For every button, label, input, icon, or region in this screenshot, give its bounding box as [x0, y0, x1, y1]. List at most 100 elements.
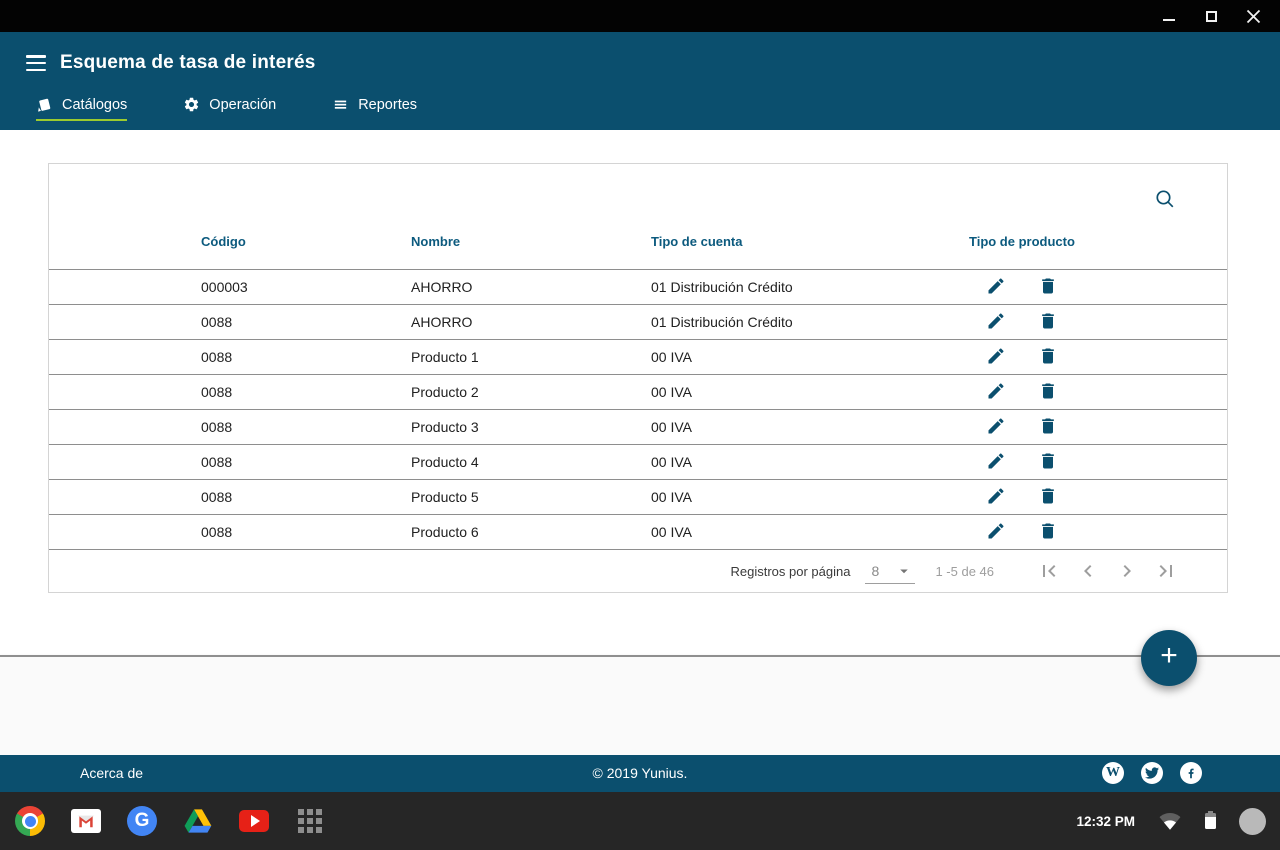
close-icon [1246, 9, 1261, 24]
edit-button[interactable] [985, 381, 1007, 403]
apps-grid-icon [298, 809, 322, 833]
youtube-app-button[interactable] [238, 805, 270, 837]
maximize-button[interactable] [1196, 3, 1226, 29]
edit-button[interactable] [985, 416, 1007, 438]
cell-tipo-cuenta: 00 IVA [651, 384, 969, 400]
gmail-icon [71, 809, 101, 833]
minimize-icon [1163, 19, 1175, 21]
previous-page-button[interactable] [1075, 559, 1101, 585]
column-header-tipo-producto: Tipo de producto [969, 234, 1227, 249]
table-row: 000003 AHORRO 01 Distribución Crédito [49, 269, 1227, 304]
social-links: W [1102, 762, 1202, 784]
tab-label: Operación [209, 97, 276, 113]
table-row: 0088 Producto 6 00 IVA [49, 514, 1227, 549]
close-button[interactable] [1238, 3, 1268, 29]
delete-button[interactable] [1037, 416, 1059, 438]
search-icon [1154, 188, 1176, 210]
pencil-icon [986, 276, 1006, 296]
row-actions [969, 486, 1227, 508]
trash-icon [1038, 381, 1058, 401]
twitter-button[interactable] [1141, 762, 1163, 784]
cell-tipo-cuenta: 01 Distribución Crédito [651, 314, 969, 330]
pencil-icon [986, 486, 1006, 506]
table-row: 0088 Producto 1 00 IVA [49, 339, 1227, 374]
column-header-nombre: Nombre [411, 234, 651, 249]
pencil-icon [986, 451, 1006, 471]
tab-operacion[interactable]: Operación [183, 96, 276, 121]
app-footer: Acerca de © 2019 Yunius. W [0, 755, 1280, 792]
tab-catalogos[interactable]: Catálogos [36, 96, 127, 121]
app-launcher-button[interactable] [294, 805, 326, 837]
report-lines-icon [332, 96, 349, 113]
status-tray[interactable]: 12:32 PM [1076, 808, 1280, 835]
delete-button[interactable] [1037, 276, 1059, 298]
clock: 12:32 PM [1076, 814, 1135, 829]
main-content: Código Nombre Tipo de cuenta Tipo de pro… [0, 130, 1280, 656]
pencil-icon [986, 416, 1006, 436]
edit-button[interactable] [985, 521, 1007, 543]
add-button[interactable]: + [1141, 630, 1197, 686]
catalogs-icon [36, 96, 53, 113]
delete-button[interactable] [1037, 381, 1059, 403]
facebook-button[interactable] [1180, 762, 1202, 784]
delete-button[interactable] [1037, 346, 1059, 368]
delete-button[interactable] [1037, 521, 1059, 543]
pencil-icon [986, 311, 1006, 331]
twitter-icon [1145, 766, 1159, 780]
tab-label: Catálogos [62, 97, 127, 113]
drive-app-button[interactable] [182, 805, 214, 837]
trash-icon [1038, 346, 1058, 366]
cell-tipo-cuenta: 01 Distribución Crédito [651, 279, 969, 295]
maximize-icon [1206, 11, 1217, 22]
tab-reportes[interactable]: Reportes [332, 96, 417, 121]
edit-button[interactable] [985, 451, 1007, 473]
page-title: Esquema de tasa de interés [60, 52, 315, 74]
cell-codigo: 0088 [201, 524, 411, 540]
chrome-icon [15, 806, 45, 836]
cell-nombre: AHORRO [411, 279, 651, 295]
chrome-app-button[interactable] [14, 805, 46, 837]
wordpress-button[interactable]: W [1102, 762, 1124, 784]
column-header-codigo: Código [201, 234, 411, 249]
trash-icon [1038, 451, 1058, 471]
cell-codigo: 000003 [201, 279, 411, 295]
row-actions [969, 451, 1227, 473]
cell-tipo-cuenta: 00 IVA [651, 454, 969, 470]
next-page-button[interactable] [1114, 559, 1140, 585]
cell-nombre: Producto 6 [411, 524, 651, 540]
google-app-button[interactable]: G [126, 805, 158, 837]
cell-nombre: AHORRO [411, 314, 651, 330]
cell-tipo-cuenta: 00 IVA [651, 349, 969, 365]
delete-button[interactable] [1037, 311, 1059, 333]
first-page-button[interactable] [1036, 559, 1062, 585]
lower-background [0, 657, 1280, 755]
cell-codigo: 0088 [201, 489, 411, 505]
facebook-icon [1184, 766, 1198, 780]
cell-nombre: Producto 3 [411, 419, 651, 435]
minimize-button[interactable] [1154, 3, 1184, 29]
screen: Esquema de tasa de interés Catálogos Ope… [0, 0, 1280, 850]
edit-button[interactable] [985, 311, 1007, 333]
taskbar-apps: G [0, 805, 326, 837]
hamburger-menu-button[interactable] [26, 55, 46, 71]
page-size-select[interactable]: 8 [865, 560, 915, 584]
delete-button[interactable] [1037, 486, 1059, 508]
gmail-app-button[interactable] [70, 805, 102, 837]
last-page-button[interactable] [1153, 559, 1179, 585]
cell-codigo: 0088 [201, 454, 411, 470]
wifi-icon [1158, 810, 1182, 832]
search-button[interactable] [1153, 188, 1177, 212]
row-actions [969, 416, 1227, 438]
edit-button[interactable] [985, 276, 1007, 298]
row-actions [969, 521, 1227, 543]
edit-button[interactable] [985, 346, 1007, 368]
wordpress-icon: W [1106, 766, 1120, 780]
page-size-value: 8 [871, 563, 879, 579]
data-table-card: Código Nombre Tipo de cuenta Tipo de pro… [48, 163, 1228, 593]
google-icon: G [127, 806, 157, 836]
pagination-bar: Registros por página 8 1 -5 de 46 [49, 549, 1227, 593]
edit-button[interactable] [985, 486, 1007, 508]
delete-button[interactable] [1037, 451, 1059, 473]
pencil-icon [986, 381, 1006, 401]
table-row: 0088 Producto 2 00 IVA [49, 374, 1227, 409]
